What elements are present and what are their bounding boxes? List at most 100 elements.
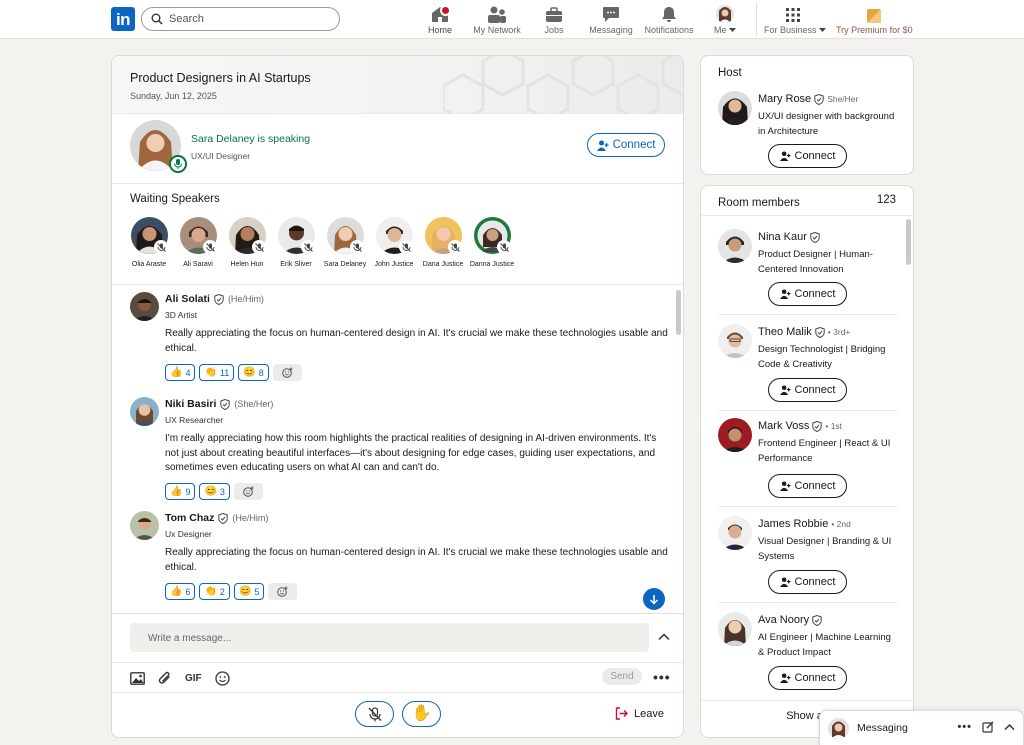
verified-icon — [810, 231, 820, 243]
leave-button[interactable]: Leave — [615, 707, 664, 720]
connect-button[interactable]: Connect — [768, 570, 847, 594]
messaging-overlay[interactable]: Messaging ••• — [819, 710, 1024, 745]
waiting-speaker[interactable]: John Justice — [369, 217, 419, 268]
reaction-clap[interactable]: 👏 2 — [199, 583, 230, 600]
avatar[interactable] — [130, 511, 159, 540]
waiting-speaker[interactable]: Dana Justice — [418, 217, 468, 268]
host-name-row[interactable]: Mary Rose She/Her — [758, 93, 858, 105]
avatar[interactable] — [718, 516, 752, 550]
member-name-row[interactable]: Mark Voss • 1st — [758, 420, 842, 432]
waiting-speakers-list: Olia Araste Ali Saravi Helen Hun Erik Sl… — [124, 217, 534, 273]
add-reaction-button[interactable] — [272, 364, 302, 381]
waiting-speaker[interactable]: Olia Araste — [124, 217, 174, 268]
emoji-icon[interactable] — [215, 670, 230, 686]
compose-icon[interactable] — [982, 721, 994, 733]
member-name-row[interactable]: Theo Malik • 3rd+ — [758, 326, 850, 338]
message-author[interactable]: Niki Basiri (She/Her) — [165, 398, 273, 410]
leave-icon — [615, 707, 628, 720]
clap-icon: 👏 — [204, 585, 217, 597]
avatar[interactable] — [130, 397, 159, 426]
avatar[interactable] — [718, 612, 752, 646]
connect-button[interactable]: Connect — [768, 474, 847, 498]
reaction-smile[interactable]: 😊 8 — [238, 364, 269, 381]
reaction-smile[interactable]: 😊 3 — [199, 483, 230, 500]
connect-button[interactable]: Connect — [768, 378, 847, 402]
avatar[interactable] — [718, 229, 752, 263]
add-reaction-icon — [277, 586, 288, 597]
scroll-to-bottom-button[interactable] — [643, 588, 665, 610]
member-name-row[interactable]: James Robbie • 2nd — [758, 518, 851, 530]
reaction-clap[interactable]: 👏 11 — [199, 364, 235, 381]
reaction-like[interactable]: 👍 6 — [165, 583, 196, 600]
speaking-mic-badge — [169, 155, 187, 173]
message-input[interactable] — [148, 630, 628, 646]
avatar — [828, 718, 849, 739]
mic-off-icon — [352, 242, 362, 252]
connect-label: Connect — [794, 672, 836, 684]
add-person-icon — [779, 289, 790, 299]
chat-feed[interactable]: Ali Solati (He/Him) 3D Artist Really app… — [112, 285, 683, 615]
waiting-speaker[interactable]: Sara Delaney — [320, 217, 370, 268]
connect-button[interactable]: Connect — [768, 144, 847, 168]
waiting-speaker[interactable]: Danna Justice — [467, 217, 517, 268]
waiting-speaker[interactable]: Ali Saravi — [173, 217, 223, 268]
mic-off-icon — [499, 242, 509, 252]
raise-hand-button[interactable]: ✋ — [402, 701, 441, 727]
reaction-smile[interactable]: 😊 5 — [233, 583, 265, 600]
avatar[interactable] — [718, 324, 752, 358]
audio-room-panel: Product Designers in AI Startups Sunday,… — [111, 55, 684, 738]
members-header: Room members 123 — [701, 186, 913, 216]
gif-button[interactable]: GIF — [185, 673, 202, 684]
linkedin-logo[interactable]: in — [111, 7, 135, 31]
add-reaction-button[interactable] — [268, 583, 298, 600]
nav-my-network[interactable]: My Network — [472, 3, 522, 35]
avatar[interactable] — [718, 91, 752, 125]
send-button[interactable]: Send — [602, 668, 642, 685]
search-bar[interactable] — [141, 7, 340, 31]
nav-label: My Network — [473, 25, 521, 35]
add-reaction-button[interactable] — [233, 483, 263, 500]
message-author[interactable]: Tom Chaz (He/Him) — [165, 512, 268, 524]
reaction-like[interactable]: 👍 4 — [165, 364, 196, 381]
add-person-icon — [779, 673, 790, 683]
nav-label: Jobs — [544, 25, 564, 35]
nav-premium[interactable]: Try Premium for $0 — [836, 3, 913, 35]
connect-label: Connect — [794, 288, 836, 300]
avatar — [716, 5, 734, 23]
avatar[interactable] — [718, 418, 752, 452]
chat-scrollbar[interactable] — [676, 290, 681, 335]
member-name-row[interactable]: Ava Noory — [758, 614, 825, 626]
connect-button[interactable]: Connect — [587, 133, 665, 157]
nav-jobs[interactable]: Jobs — [539, 3, 569, 35]
nav-for-business[interactable]: For Business — [764, 3, 827, 35]
message-author[interactable]: Ali Solati (He/Him) — [165, 293, 264, 305]
members-scrollbar[interactable] — [906, 219, 911, 265]
waiting-speaker[interactable]: Helen Hun — [222, 217, 272, 268]
members-title: Room members — [718, 197, 800, 209]
host-name: Mary Rose — [758, 93, 812, 105]
nav-notifications[interactable]: Notifications — [643, 3, 695, 35]
nav-messaging[interactable]: Messaging — [588, 3, 634, 35]
waiting-speaker[interactable]: Erik Sliver — [271, 217, 321, 268]
connect-button[interactable]: Connect — [768, 666, 847, 690]
waiting-speaker-name: Dana Justice — [422, 261, 464, 268]
author-pronouns: (He/Him) — [232, 513, 269, 523]
search-input[interactable] — [169, 11, 329, 27]
attachment-icon[interactable] — [158, 671, 172, 686]
connect-button[interactable]: Connect — [768, 282, 847, 306]
verified-icon — [815, 326, 825, 338]
mute-toggle-button[interactable] — [355, 701, 394, 727]
nav-home[interactable]: Home — [422, 3, 458, 35]
room-header: Product Designers in AI Startups Sunday,… — [112, 56, 683, 114]
reaction-like[interactable]: 👍 9 — [165, 483, 196, 500]
message-compose[interactable] — [130, 623, 649, 652]
avatar[interactable] — [130, 292, 159, 321]
image-icon[interactable] — [130, 671, 145, 685]
member-name-row[interactable]: Nina Kaur — [758, 231, 823, 243]
nav-me[interactable]: Me — [710, 3, 740, 35]
member-name: Ava Noory — [758, 614, 810, 626]
chevron-up-icon[interactable] — [1004, 723, 1015, 731]
chevron-up-icon[interactable] — [657, 630, 671, 644]
more-options-icon[interactable]: ••• — [653, 669, 671, 685]
more-options-icon[interactable]: ••• — [957, 721, 972, 733]
